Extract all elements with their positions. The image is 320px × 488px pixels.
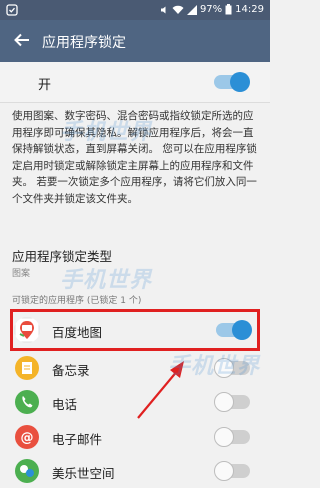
watermark: 手机世界 [168, 354, 261, 379]
watermark: 手机世界 [60, 268, 153, 293]
annotation-arrow [137, 361, 184, 419]
watermark: 手机世界 [60, 120, 153, 145]
